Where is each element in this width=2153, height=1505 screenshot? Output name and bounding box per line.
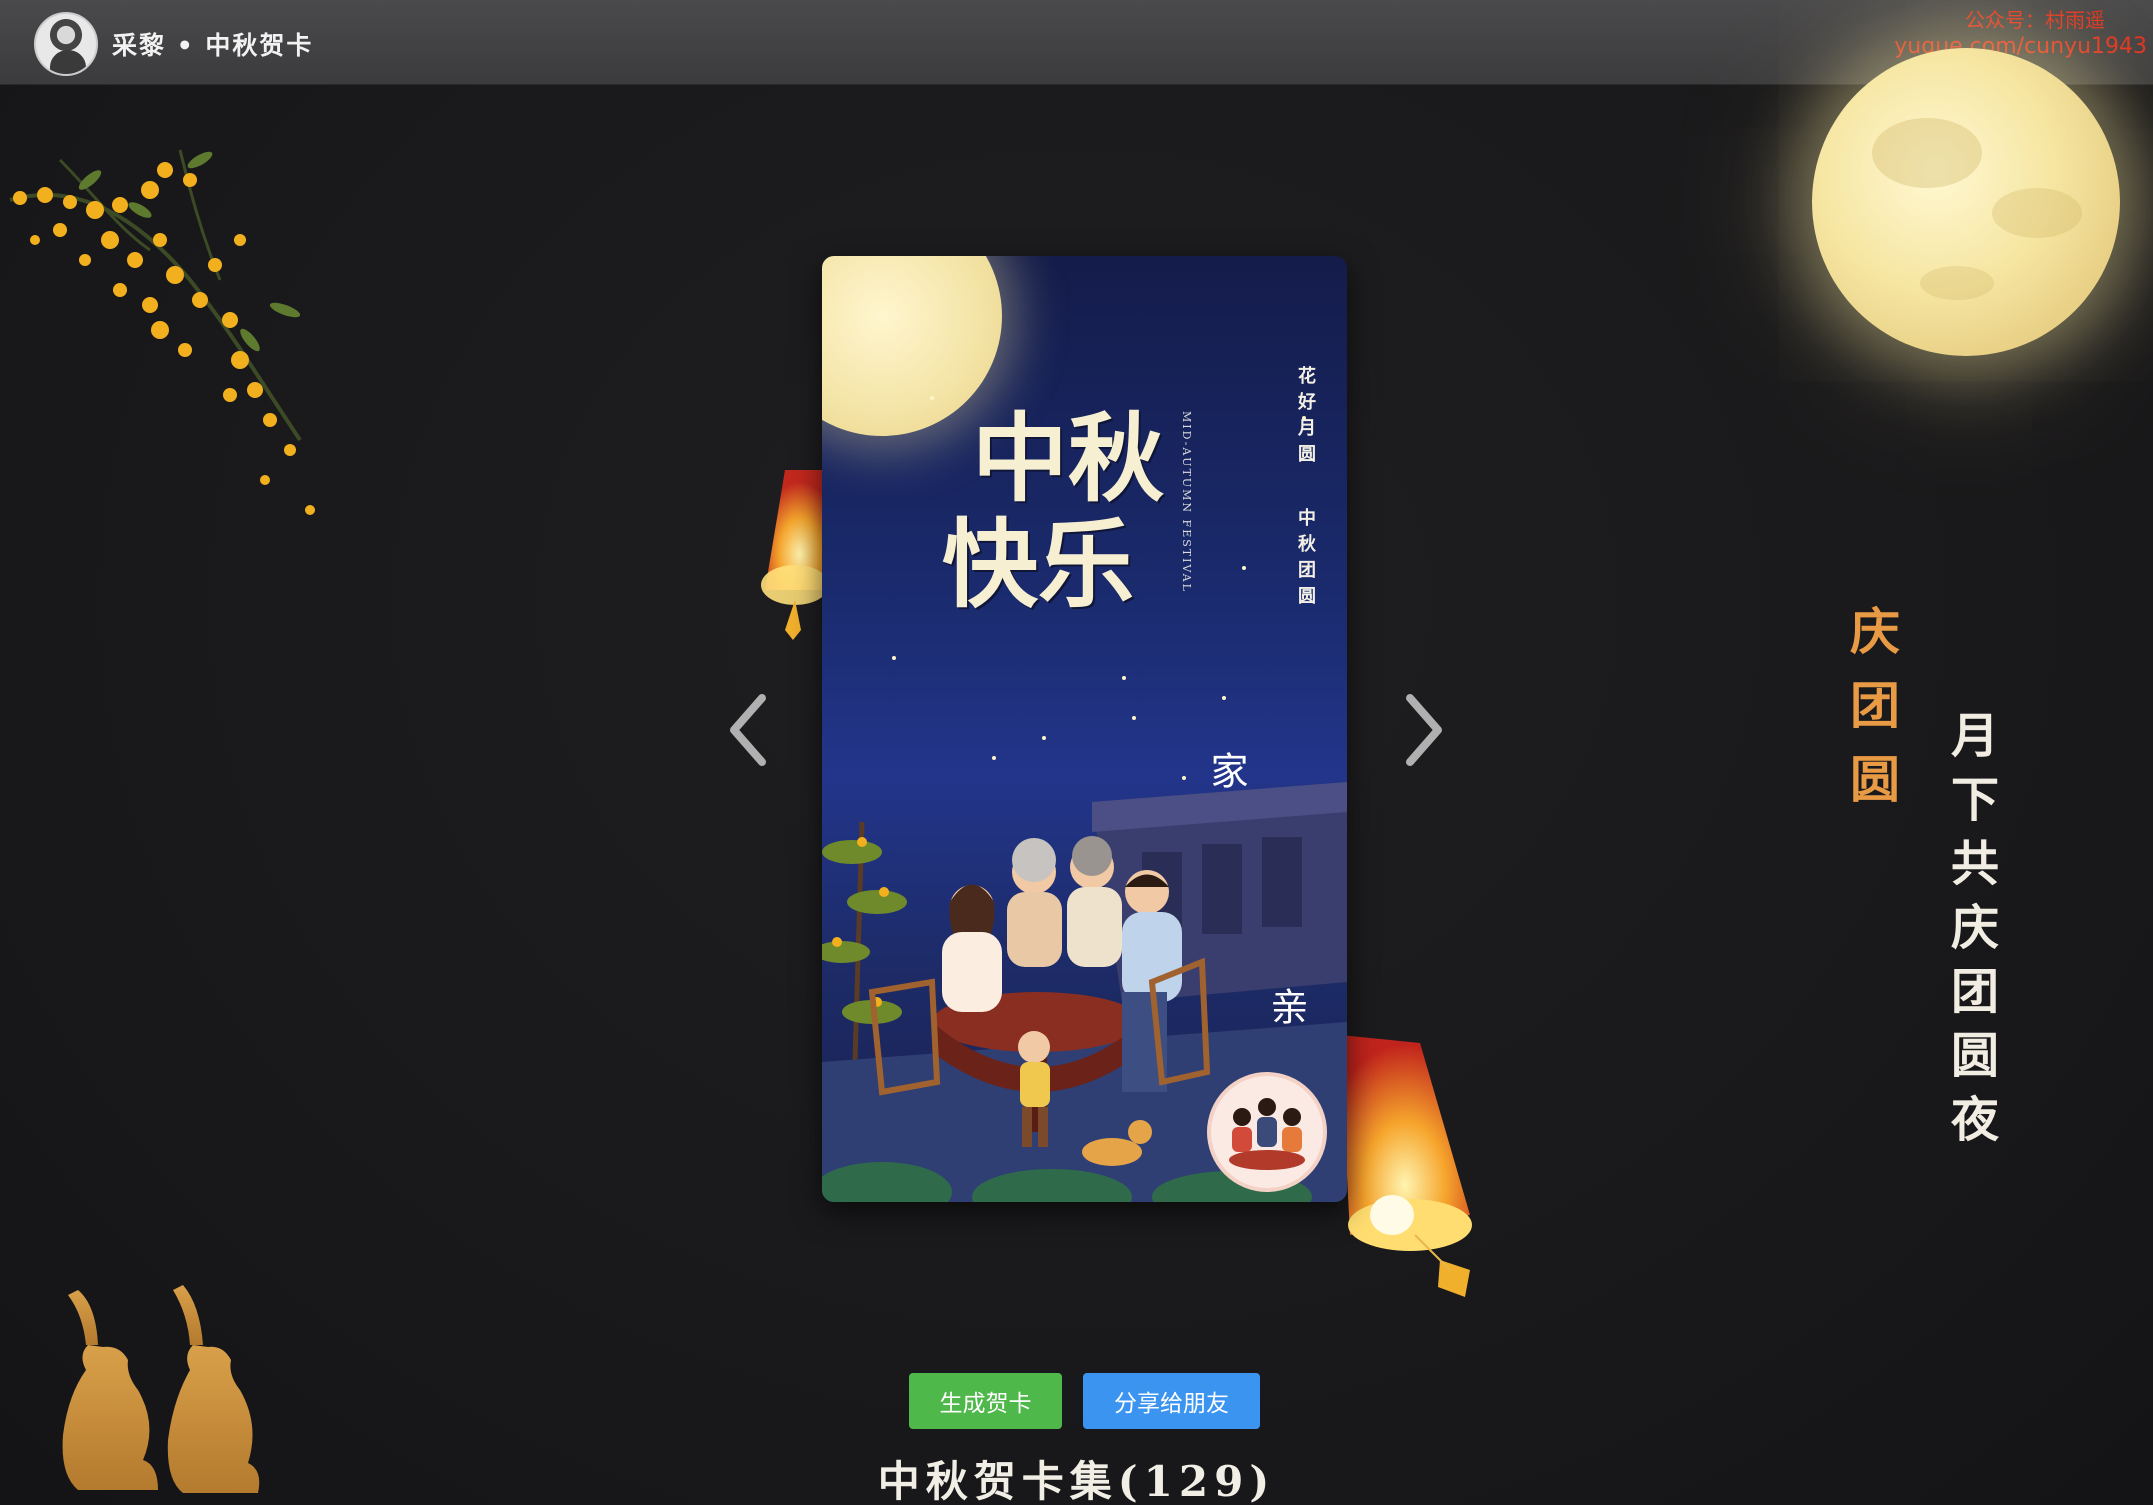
- page: 采黎 • 中秋贺卡 公众号：村雨遥 yuque.com/cunyu1943 中秋…: [0, 0, 2153, 1505]
- card-title-line1: 中秋: [972, 402, 1164, 515]
- share-button[interactable]: 分享给朋友: [1083, 1373, 1260, 1429]
- card-title: 中秋 快乐: [942, 402, 1164, 617]
- avatar[interactable]: [34, 12, 98, 76]
- card-slogan-2: 中秋团圆: [1295, 508, 1316, 612]
- full-moon-decoration: [1812, 48, 2120, 356]
- next-card-button[interactable]: [1390, 690, 1450, 770]
- card-slogan-1: 花好月圆: [1295, 366, 1316, 470]
- watermark-wechat: 公众号：村雨遥: [1965, 8, 2105, 32]
- family-dinner-illustration: [822, 782, 1347, 1202]
- chevron-right-icon: [1406, 694, 1442, 766]
- app-title: 采黎 • 中秋贺卡: [112, 31, 314, 60]
- card-english-text: MID-AUTUMN FESTIVAL: [1180, 411, 1193, 593]
- card-collection-title: 中秋贺卡集(129): [877, 1457, 1276, 1505]
- top-bar: 采黎 • 中秋贺卡 公众号：村雨遥 yuque.com/cunyu1943: [0, 0, 2153, 85]
- greeting-card-image[interactable]: 中秋 快乐 MID-AUTUMN FESTIVAL 花好月圆 中秋团圆 家人闲坐…: [822, 256, 1347, 1202]
- generate-card-button[interactable]: 生成贺卡: [909, 1373, 1062, 1429]
- chevron-left-icon: [730, 694, 766, 766]
- vertical-text-moon-night: 月下共庆团圆夜: [1942, 710, 1998, 1158]
- vertical-text-reunion: 庆团圆: [1842, 605, 1901, 827]
- osmanthus-branch-decoration: [9, 149, 315, 515]
- card-title-line2: 快乐: [942, 507, 1134, 621]
- prev-card-button[interactable]: [722, 690, 782, 770]
